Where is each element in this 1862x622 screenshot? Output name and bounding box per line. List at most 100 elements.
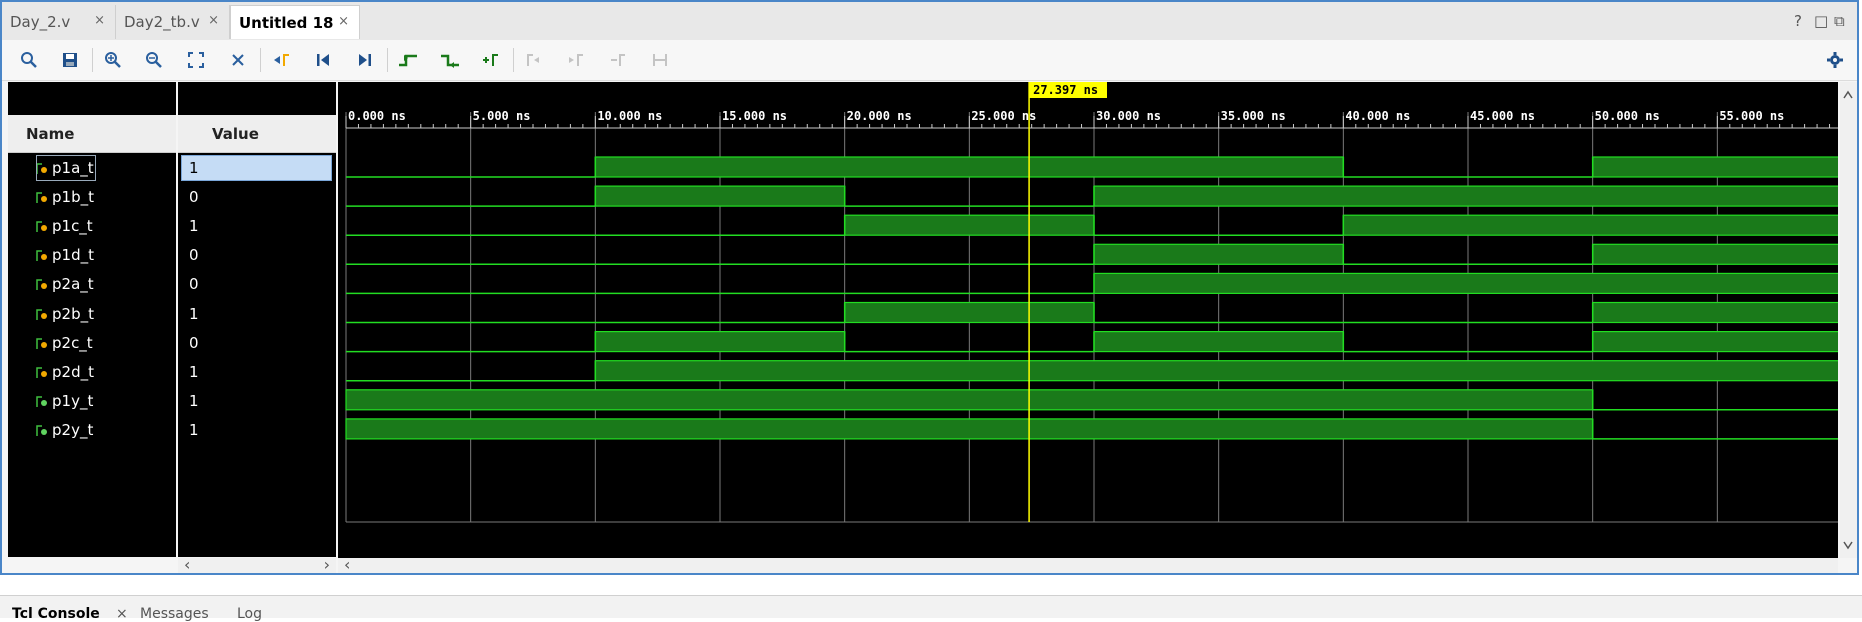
- wave-high-segment: [1592, 243, 1843, 265]
- output-signal-icon: [36, 394, 48, 408]
- wave-high-segment: [345, 418, 1594, 440]
- toolbar-separator: [387, 48, 388, 72]
- signal-name-row[interactable]: p1a_t: [36, 155, 94, 181]
- input-signal-icon: [36, 336, 48, 350]
- close-icon[interactable]: ×: [116, 606, 128, 622]
- go-to-end-icon[interactable]: [354, 49, 376, 71]
- waveform-area[interactable]: 0.000 ns 5.000 ns 10.000 ns 15.000 ns 20.000…: [338, 82, 1843, 558]
- tab-messages[interactable]: Messages: [140, 606, 209, 622]
- input-signal-icon: [36, 190, 48, 204]
- timeline-tick-label: 0.000 ns: [348, 109, 406, 123]
- vertical-scrollbar[interactable]: [1840, 82, 1857, 558]
- wave-high-segment: [345, 389, 1594, 411]
- go-to-start-icon[interactable]: [312, 49, 334, 71]
- scroll-right-icon[interactable]: ›: [324, 555, 330, 574]
- value-column-header[interactable]: Value: [178, 115, 336, 153]
- wave-high-segment: [1592, 301, 1843, 324]
- timeline-tick-label: 25.000 ns: [971, 109, 1036, 123]
- signal-name-row[interactable]: p2d_t: [36, 359, 94, 385]
- signal-name: p2a_t: [52, 275, 94, 294]
- zoom-out-icon[interactable]: [143, 49, 165, 71]
- input-signal-icon: [36, 365, 48, 379]
- wave-high-segment: [594, 156, 1344, 178]
- signal-name-row[interactable]: p2c_t: [36, 330, 93, 356]
- signal-name-row[interactable]: p2b_t: [36, 301, 94, 327]
- signal-name-row[interactable]: p1d_t: [36, 242, 94, 268]
- maximize-icon[interactable]: ⧉: [1834, 12, 1845, 30]
- input-signal-icon: [36, 307, 48, 321]
- signal-value[interactable]: 1: [181, 155, 332, 181]
- wave-high-segment: [844, 214, 1095, 236]
- wave-high-segment: [844, 301, 1095, 324]
- tab-day-2-v[interactable]: Day_2.v ×: [2, 5, 116, 39]
- wave-high-segment: [1342, 214, 1843, 236]
- zoom-in-icon[interactable]: [102, 49, 124, 71]
- swap-markers-icon[interactable]: [607, 49, 629, 71]
- signal-name: p2d_t: [52, 362, 94, 381]
- timeline-tick-label: 30.000 ns: [1096, 109, 1161, 123]
- scroll-left-icon[interactable]: ‹: [344, 555, 350, 574]
- signal-value[interactable]: 1: [181, 213, 332, 239]
- restore-icon[interactable]: □: [1814, 12, 1828, 30]
- gear-icon[interactable]: [1824, 49, 1846, 71]
- signal-name-row[interactable]: p1b_t: [36, 184, 94, 210]
- signal-value[interactable]: 0: [181, 242, 332, 268]
- tab-day2-tb-v[interactable]: Day2_tb.v ×: [116, 5, 230, 39]
- signal-name-row[interactable]: p2a_t: [36, 271, 94, 297]
- go-to-marker-icon[interactable]: [270, 49, 292, 71]
- signal-name: p2b_t: [52, 304, 94, 323]
- previous-transition-icon[interactable]: [397, 49, 419, 71]
- next-transition-icon[interactable]: [439, 49, 461, 71]
- signal-value[interactable]: 1: [181, 301, 332, 327]
- input-signal-icon: [36, 248, 48, 262]
- output-signal-icon: [36, 423, 48, 437]
- timeline-tick-label: 10.000 ns: [597, 109, 662, 123]
- tab-untitled-18[interactable]: Untitled 18 ×: [230, 5, 360, 39]
- signal-value[interactable]: 1: [181, 417, 332, 443]
- scroll-left-icon[interactable]: ‹: [184, 555, 190, 574]
- signal-name-row[interactable]: p1c_t: [36, 213, 93, 239]
- signal-name-row[interactable]: p2y_t: [36, 417, 93, 443]
- name-column-header[interactable]: Name: [8, 115, 176, 153]
- signal-name: p1b_t: [52, 188, 94, 207]
- previous-marker-icon[interactable]: [523, 49, 545, 71]
- save-icon[interactable]: [59, 49, 81, 71]
- value-horizontal-scrollbar[interactable]: ‹ ›: [178, 555, 336, 574]
- next-marker-icon[interactable]: [565, 49, 587, 71]
- add-marker-icon[interactable]: [480, 49, 502, 71]
- close-icon[interactable]: ×: [338, 14, 349, 29]
- cursor-time-label[interactable]: 27.397 ns: [1029, 82, 1108, 98]
- input-signal-icon: [36, 219, 48, 233]
- wave-high-segment: [1592, 156, 1843, 178]
- wave-high-segment: [1592, 331, 1843, 353]
- help-icon[interactable]: ?: [1794, 12, 1802, 30]
- tab-log[interactable]: Log: [237, 606, 262, 622]
- close-icon[interactable]: ×: [94, 13, 105, 28]
- signal-value[interactable]: 1: [181, 359, 332, 385]
- tab-tcl-console[interactable]: Tcl Console: [12, 606, 100, 622]
- wave-horizontal-scrollbar[interactable]: ‹: [338, 555, 1838, 574]
- zoom-fit-icon[interactable]: [185, 49, 207, 71]
- marker-distance-icon[interactable]: [649, 49, 671, 71]
- signal-name: p2c_t: [52, 333, 93, 352]
- signal-value[interactable]: 1: [181, 388, 332, 414]
- wave-high-segment: [1093, 272, 1843, 294]
- editor-tab-bar: Day_2.v × Day2_tb.v × Untitled 18 × ? □ …: [2, 2, 1857, 41]
- waveform-toolbar: [2, 40, 1857, 81]
- tab-label: Day_2.v: [10, 13, 71, 31]
- bottom-panel-tabs: Tcl Console × Messages Log: [0, 595, 1862, 622]
- wave-high-segment: [594, 331, 846, 353]
- signal-value[interactable]: 0: [181, 184, 332, 210]
- close-icon[interactable]: ×: [208, 13, 219, 28]
- signal-name-row[interactable]: p1y_t: [36, 388, 93, 414]
- signal-value[interactable]: 0: [181, 330, 332, 356]
- wave-high-segment: [594, 185, 846, 207]
- signal-name: p1y_t: [52, 391, 94, 410]
- search-icon[interactable]: [18, 49, 40, 71]
- timeline-tick-label: 45.000 ns: [1470, 109, 1535, 123]
- wave-high-segment: [1093, 331, 1344, 353]
- timeline-tick-label: 15.000 ns: [722, 109, 787, 123]
- waveform-canvas[interactable]: 0.000 ns 5.000 ns 10.000 ns 15.000 ns 20.000…: [338, 82, 1843, 558]
- signal-value[interactable]: 0: [181, 271, 332, 297]
- cursor-icon[interactable]: [227, 49, 249, 71]
